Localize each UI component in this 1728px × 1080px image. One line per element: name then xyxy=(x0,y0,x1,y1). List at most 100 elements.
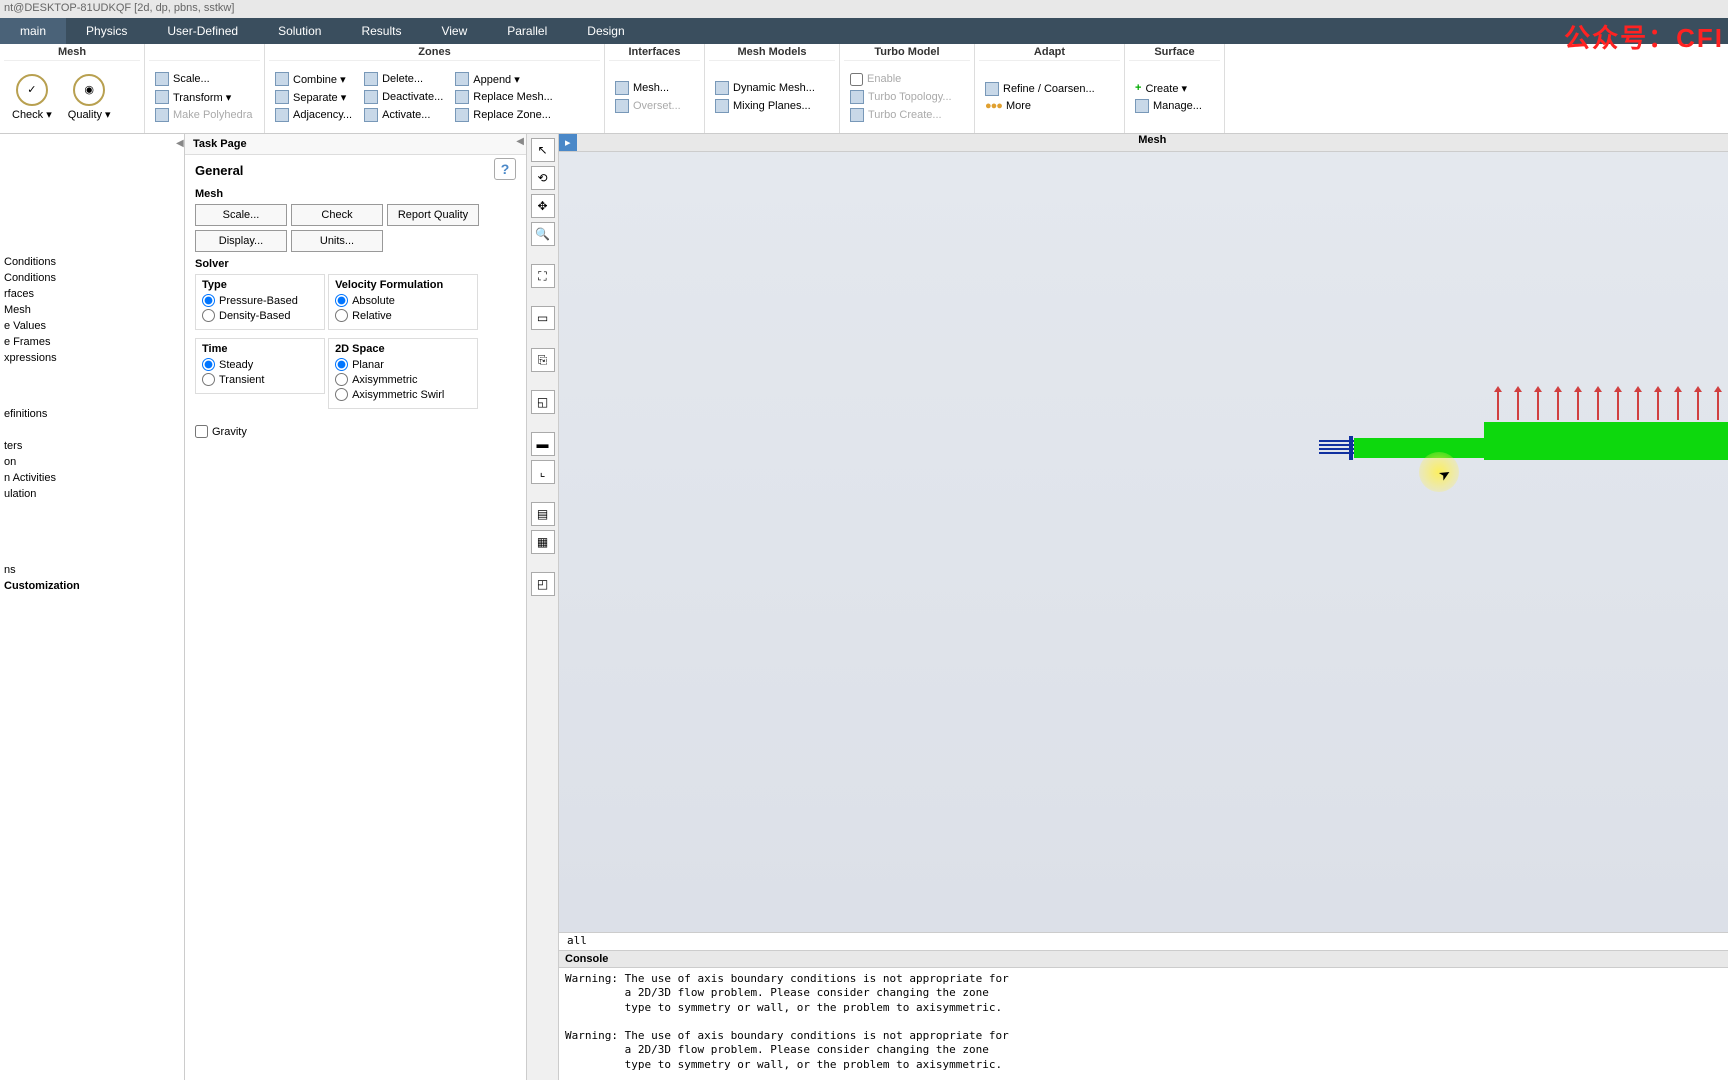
mesh-interfaces-button[interactable]: Mesh... xyxy=(609,79,689,97)
menu-tab-user-defined[interactable]: User-Defined xyxy=(147,18,258,44)
tree-item[interactable]: ters xyxy=(4,438,184,454)
main-area: ◀ Conditions Conditions rfaces Mesh e Va… xyxy=(0,134,1728,1080)
2d-space-label: 2D Space xyxy=(335,343,471,355)
units-button[interactable]: Units... xyxy=(291,230,383,252)
probe-tool[interactable]: ⎘ xyxy=(531,348,555,372)
tree-item[interactable]: e Values xyxy=(4,318,184,334)
main-menu-bar: main Physics User-Defined Solution Resul… xyxy=(0,18,1728,44)
transform-button[interactable]: Transform ▾ xyxy=(149,88,259,106)
turbo-enable-checkbox[interactable]: Enable xyxy=(844,71,958,88)
refine-coarsen-button[interactable]: Refine / Coarsen... xyxy=(979,80,1101,98)
menu-tab-solution[interactable]: Solution xyxy=(258,18,341,44)
axisymmetric-radio[interactable]: Axisymmetric xyxy=(335,372,471,387)
scale-button[interactable]: Scale... xyxy=(149,70,259,88)
enable-checkbox[interactable] xyxy=(850,73,863,86)
tree-item[interactable]: xpressions xyxy=(4,350,184,366)
gravity-checkbox[interactable]: Gravity xyxy=(195,425,516,438)
separate-icon xyxy=(275,90,289,104)
separate-button[interactable]: Separate ▾ xyxy=(269,88,358,106)
transform-icon xyxy=(155,90,169,104)
zone-selector[interactable]: all xyxy=(559,932,1728,950)
absolute-radio[interactable]: Absolute xyxy=(335,293,471,308)
relative-radio[interactable]: Relative xyxy=(335,308,471,323)
tree-item[interactable]: Conditions xyxy=(4,254,184,270)
more-dots-icon: ●●● xyxy=(985,100,1002,112)
window-title: nt@DESKTOP-81UDKQF [2d, dp, pbns, sstkw] xyxy=(0,0,1728,18)
make-polyhedra-button: Make Polyhedra xyxy=(149,106,259,124)
mixing-planes-button[interactable]: Mixing Planes... xyxy=(709,97,821,115)
viewport-tab[interactable]: ▸ xyxy=(559,134,577,151)
steady-radio[interactable]: Steady xyxy=(202,357,318,372)
menu-tab-main[interactable]: main xyxy=(0,18,66,44)
menu-tab-physics[interactable]: Physics xyxy=(66,18,147,44)
menu-tab-results[interactable]: Results xyxy=(341,18,421,44)
axes-tool[interactable]: ⌞ xyxy=(531,460,555,484)
layers-tool[interactable]: ▦ xyxy=(531,530,555,554)
tree-item[interactable]: rfaces xyxy=(4,286,184,302)
menu-tab-parallel[interactable]: Parallel xyxy=(487,18,567,44)
mesh-scale-button[interactable]: Scale... xyxy=(195,204,287,226)
append-icon xyxy=(455,72,469,86)
help-button[interactable]: ? xyxy=(494,158,516,180)
density-based-radio[interactable]: Density-Based xyxy=(202,308,318,323)
tree-item-customization[interactable]: Customization xyxy=(4,578,184,594)
box-select-tool[interactable]: ▭ xyxy=(531,306,555,330)
manage-surface-button[interactable]: Manage... xyxy=(1129,97,1209,115)
console-output[interactable]: Warning: The use of axis boundary condit… xyxy=(559,968,1728,1080)
outline-tree[interactable]: ◀ Conditions Conditions rfaces Mesh e Va… xyxy=(0,134,185,1080)
quality-button[interactable]: ◉Quality ▾ xyxy=(60,70,119,125)
tree-item[interactable]: ns xyxy=(4,562,184,578)
solver-section-label: Solver xyxy=(195,258,516,270)
fit-tool[interactable]: ⛶ xyxy=(531,264,555,288)
ribbon-group-mesh-title: Mesh xyxy=(4,44,140,61)
transient-radio[interactable]: Transient xyxy=(202,372,318,387)
tree-item[interactable]: on xyxy=(4,454,184,470)
rotate-tool[interactable]: ⟲ xyxy=(531,166,555,190)
pressure-based-radio[interactable]: Pressure-Based xyxy=(202,293,318,308)
combine-button[interactable]: Combine ▾ xyxy=(269,70,358,88)
delete-button[interactable]: Delete... xyxy=(358,70,449,88)
check-button[interactable]: ✓Check ▾ xyxy=(4,70,60,125)
tree-item[interactable]: e Frames xyxy=(4,334,184,350)
display-button[interactable]: Display... xyxy=(195,230,287,252)
graphics-canvas[interactable]: ➤ xyxy=(559,152,1728,932)
tree-item[interactable]: efinitions xyxy=(4,406,184,422)
adjacency-button[interactable]: Adjacency... xyxy=(269,106,358,124)
delete-icon xyxy=(364,72,378,86)
axisymmetric-swirl-radio[interactable]: Axisymmetric Swirl xyxy=(335,387,471,402)
menu-tab-view[interactable]: View xyxy=(421,18,487,44)
tree-item[interactable]: ulation xyxy=(4,486,184,502)
taskpage-collapse-icon[interactable]: ◀ xyxy=(516,136,524,147)
replace-mesh-icon xyxy=(455,90,469,104)
more-adapt-button[interactable]: ●●●More xyxy=(979,98,1101,114)
ribbon-group-adapt-title: Adapt xyxy=(979,44,1120,61)
layout-tool[interactable]: ◰ xyxy=(531,572,555,596)
console-title: Console xyxy=(559,951,1728,968)
replace-mesh-button[interactable]: Replace Mesh... xyxy=(449,88,558,106)
pan-tool[interactable]: ✥ xyxy=(531,194,555,218)
iso-view-tool[interactable]: ◱ xyxy=(531,390,555,414)
planar-radio[interactable]: Planar xyxy=(335,357,471,372)
zoom-tool[interactable]: 🔍 xyxy=(531,222,555,246)
ribbon-group-zones-title: Zones xyxy=(269,44,600,61)
deactivate-button[interactable]: Deactivate... xyxy=(358,88,449,106)
menu-tab-design[interactable]: Design xyxy=(567,18,644,44)
dynamic-mesh-button[interactable]: Dynamic Mesh... xyxy=(709,79,821,97)
tree-item[interactable]: Mesh xyxy=(4,302,184,318)
mesh-check-button[interactable]: Check xyxy=(291,204,383,226)
tree-item[interactable]: Conditions xyxy=(4,270,184,286)
create-surface-button[interactable]: +Create ▾ xyxy=(1129,80,1209,97)
ribbon-group-interfaces-title: Interfaces xyxy=(609,44,700,61)
mesh-section-label: Mesh xyxy=(195,188,516,200)
outline-collapse-icon[interactable]: ◀ xyxy=(176,138,184,150)
replace-zone-button[interactable]: Replace Zone... xyxy=(449,106,558,124)
ruler-tool[interactable]: ▬ xyxy=(531,432,555,456)
turbo-topology-icon xyxy=(850,90,864,104)
activate-button[interactable]: Activate... xyxy=(358,106,449,124)
viewport-title: Mesh xyxy=(577,134,1728,151)
pointer-tool[interactable]: ↖ xyxy=(531,138,555,162)
report-quality-button[interactable]: Report Quality xyxy=(387,204,479,226)
report-tool[interactable]: ▤ xyxy=(531,502,555,526)
tree-item[interactable]: n Activities xyxy=(4,470,184,486)
append-button[interactable]: Append ▾ xyxy=(449,70,558,88)
